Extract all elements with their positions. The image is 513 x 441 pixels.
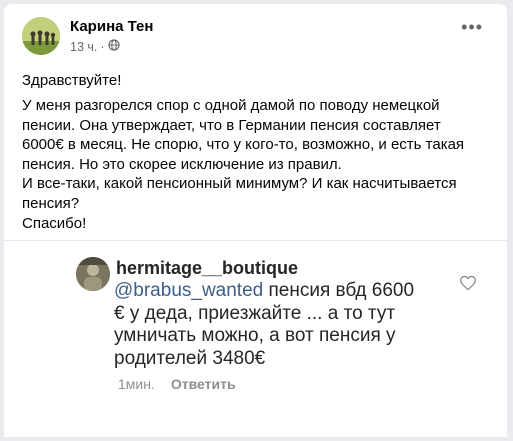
post-body: У меня разгорелся спор с одной дамой по … — [22, 96, 492, 213]
post-body-line: У меня разгорелся спор с одной дамой по … — [22, 97, 440, 114]
commenter-username[interactable]: hermitage__boutique — [116, 258, 298, 279]
post-body-line: 6000€ в месяц. Не спорю, что у кого-то, … — [22, 136, 465, 153]
post-body-line: И все-таки, какой пенсионный минимум? И … — [22, 175, 457, 192]
post-meta: 13 ч. · — [70, 39, 120, 54]
divider — [4, 240, 507, 241]
commenter-avatar[interactable] — [76, 257, 110, 291]
comment-line: € у деда, приезжайте ... а то тут — [114, 302, 396, 324]
meta-separator: · — [100, 39, 105, 54]
post-time[interactable]: 13 ч. — [70, 40, 97, 54]
post-closing: Спасибо! — [22, 215, 87, 232]
post-body-line: пенсии. Она утверждает, что в Германии п… — [22, 116, 441, 134]
comment-line: @brabus_wanted пенсия вбд 6600 — [114, 280, 444, 303]
globe-icon[interactable] — [107, 39, 120, 54]
reply-button[interactable]: Ответить — [171, 376, 236, 392]
heart-outline-icon[interactable] — [459, 275, 477, 296]
comment-footer: 1мин. Ответить — [118, 376, 236, 392]
author-avatar[interactable] — [22, 17, 60, 55]
author-name[interactable]: Карина Тен — [70, 18, 153, 35]
comment-line: родителей 3480€ — [114, 347, 266, 369]
comment-text: @brabus_wanted пенсия вбд 6600 € у деда,… — [114, 280, 444, 370]
comment-time: 1мин. — [118, 376, 155, 392]
post-body-line: пенсия. Но это скорее исключение из прав… — [22, 155, 342, 173]
post-body-line: пенсия? — [22, 194, 80, 212]
mention-link[interactable]: @brabus_wanted — [114, 280, 263, 301]
comment-text-part: пенсия вбд 6600 — [263, 280, 415, 301]
more-horizontal-icon[interactable]: ••• — [461, 18, 483, 36]
comment-line: умничать можно, а вот пенсия у — [114, 325, 396, 346]
instagram-comment-screenshot: hermitage__boutique @brabus_wanted пенси… — [4, 240, 507, 437]
post-greeting: Здравствуйте! — [22, 72, 122, 89]
